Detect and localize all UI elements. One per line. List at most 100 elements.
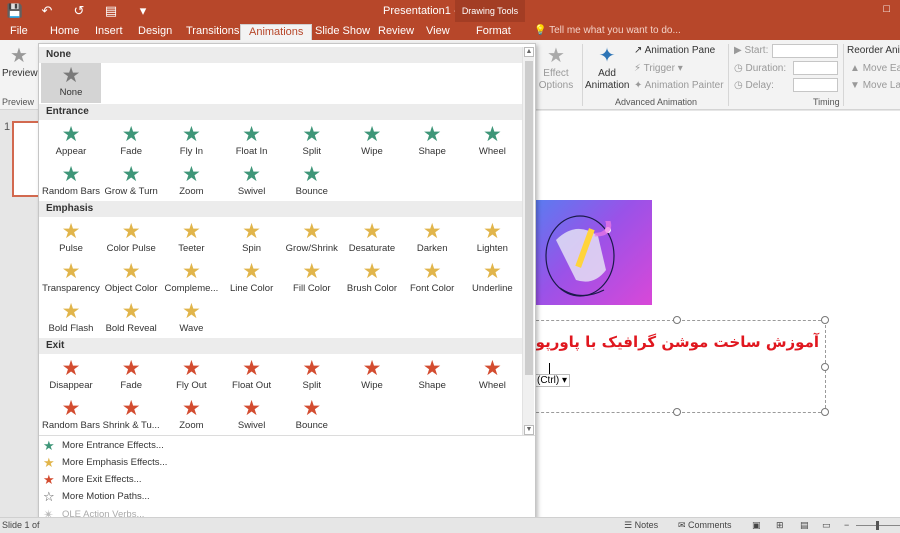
tab-animations[interactable]: Animations [240, 24, 313, 40]
animation-effect-bold-reveal[interactable]: ★ Bold Reveal [100, 299, 162, 337]
animation-effect-grow-shrink[interactable]: ★ Grow/Shrink [281, 219, 343, 257]
trigger-button[interactable]: ⚡ Trigger ▾ [634, 63, 683, 75]
animation-effect-fly-out[interactable]: ★ Fly Out [160, 356, 222, 394]
resize-handle[interactable] [821, 408, 829, 416]
duration-input[interactable] [793, 61, 838, 75]
animation-effect-brush-color[interactable]: ★ Brush Color [341, 259, 403, 297]
tab-format[interactable]: Format [476, 24, 511, 40]
animation-none[interactable]: ★ None [41, 63, 101, 103]
resize-handle[interactable] [821, 316, 829, 324]
animation-effect-underline[interactable]: ★ Underline [461, 259, 523, 297]
trigger-label: Trigger [643, 63, 675, 74]
animation-effect-object-color[interactable]: ★ Object Color [100, 259, 162, 297]
effect-label: Brush Color [346, 283, 398, 294]
animation-effect-wheel[interactable]: ★ Wheel [461, 122, 523, 160]
preview-button[interactable]: ★ Preview [2, 44, 38, 80]
more-entrance-effects[interactable]: ★ More Entrance Effects... [39, 437, 519, 454]
tab-file[interactable]: File [10, 24, 28, 40]
delay-input[interactable] [793, 78, 838, 92]
animation-effect-swivel[interactable]: ★ Swivel [221, 396, 283, 434]
paste-options-button[interactable]: (Ctrl) ▾ [534, 374, 571, 387]
animation-effect-zoom[interactable]: ★ Zoom [160, 162, 222, 200]
more-emphasis-effects[interactable]: ★ More Emphasis Effects... [39, 454, 519, 471]
animation-effect-bounce[interactable]: ★ Bounce [281, 162, 343, 200]
zoom-slider-thumb[interactable] [876, 521, 879, 530]
animation-effect-split[interactable]: ★ Split [281, 122, 343, 160]
animation-effect-darken[interactable]: ★ Darken [401, 219, 463, 257]
animation-effect-zoom[interactable]: ★ Zoom [160, 396, 222, 434]
animation-effect-color-pulse[interactable]: ★ Color Pulse [100, 219, 162, 257]
animation-effect-shrink-tu[interactable]: ★ Shrink & Tu... [100, 396, 162, 434]
animation-effect-fade[interactable]: ★ Fade [100, 356, 162, 394]
tell-me-search[interactable]: 💡 Tell me what you want to do... [534, 25, 681, 36]
emphasis-star-icon: ★ [43, 455, 55, 470]
resize-handle[interactable] [673, 316, 681, 324]
animation-effect-bold-flash[interactable]: ★ Bold Flash [40, 299, 102, 337]
animation-effect-wheel[interactable]: ★ Wheel [461, 356, 523, 394]
scroll-thumb[interactable] [525, 61, 533, 375]
slide-sorter-icon[interactable]: ⊞ [776, 520, 784, 531]
animation-effect-shape[interactable]: ★ Shape [401, 122, 463, 160]
tab-insert[interactable]: Insert [95, 24, 123, 40]
normal-view-icon[interactable]: ▣ [752, 520, 761, 531]
scroll-down-icon[interactable]: ▼ [524, 425, 534, 435]
animation-effect-transparency[interactable]: ★ Transparency [40, 259, 102, 297]
animation-effect-font-color[interactable]: ★ Font Color [401, 259, 463, 297]
animation-effect-fly-in[interactable]: ★ Fly In [160, 122, 222, 160]
animation-effect-compleme[interactable]: ★ Compleme... [160, 259, 222, 297]
move-later-button[interactable]: ▼ Move Later [850, 80, 900, 92]
reading-view-icon[interactable]: ▤ [800, 520, 809, 531]
animation-effect-desaturate[interactable]: ★ Desaturate [341, 219, 403, 257]
comments-button[interactable]: ✉ Comments [678, 520, 732, 531]
tab-review[interactable]: Review [378, 24, 414, 40]
animation-effect-disappear[interactable]: ★ Disappear [40, 356, 102, 394]
effect-options-label: Effect Options [538, 68, 574, 91]
animation-effect-random-bars[interactable]: ★ Random Bars [40, 162, 102, 200]
gallery-scrollbar[interactable]: ▲ ▼ [522, 47, 534, 435]
animation-pane-button[interactable]: ↗ Animation Pane [634, 45, 715, 57]
more-exit-effects[interactable]: ★ More Exit Effects... [39, 471, 519, 488]
tab-view[interactable]: View [426, 24, 450, 40]
slide[interactable]: ر آموزش ساخت موشن گرافیک با پاورپوینت (C… [508, 111, 900, 517]
animation-effect-shape[interactable]: ★ Shape [401, 356, 463, 394]
animation-effect-wipe[interactable]: ★ Wipe [341, 356, 403, 394]
more-motion-paths[interactable]: ☆ More Motion Paths... [39, 488, 519, 505]
effect-options-button[interactable]: ★ Effect Options [537, 44, 575, 92]
resize-handle[interactable] [821, 363, 829, 371]
animation-effect-grow-turn[interactable]: ★ Grow & Turn [100, 162, 162, 200]
animation-effect-split[interactable]: ★ Split [281, 356, 343, 394]
resize-handle[interactable] [673, 408, 681, 416]
animation-effect-wave[interactable]: ★ Wave [160, 299, 222, 337]
slideshow-view-icon[interactable]: ▭ [822, 520, 831, 531]
scroll-up-icon[interactable]: ▲ [524, 47, 534, 57]
tab-design[interactable]: Design [138, 24, 172, 40]
animation-effect-pulse[interactable]: ★ Pulse [40, 219, 102, 257]
animation-effect-appear[interactable]: ★ Appear [40, 122, 102, 160]
animation-effect-fade[interactable]: ★ Fade [100, 122, 162, 160]
animation-effect-spin[interactable]: ★ Spin [221, 219, 283, 257]
animation-effect-lighten[interactable]: ★ Lighten [461, 219, 523, 257]
animation-effect-float-out[interactable]: ★ Float Out [221, 356, 283, 394]
animation-effect-float-in[interactable]: ★ Float In [221, 122, 283, 160]
start-dropdown[interactable] [772, 44, 838, 58]
motion-graphic-picture[interactable]: ر [536, 200, 652, 305]
animation-effect-wipe[interactable]: ★ Wipe [341, 122, 403, 160]
animation-painter-button[interactable]: ✦ Animation Painter [634, 80, 724, 92]
zoom-out-icon[interactable]: − [844, 520, 849, 530]
effect-label: Lighten [476, 243, 508, 254]
tab-transitions[interactable]: Transitions [186, 24, 239, 40]
slide-thumbnail[interactable] [12, 121, 38, 197]
notes-button[interactable]: ☰ Notes [624, 520, 658, 531]
tab-home[interactable]: Home [50, 24, 79, 40]
animation-effect-line-color[interactable]: ★ Line Color [221, 259, 283, 297]
ribbon-display-options-icon[interactable]: □ [883, 3, 890, 15]
animation-effect-swivel[interactable]: ★ Swivel [221, 162, 283, 200]
animation-effect-bounce[interactable]: ★ Bounce [281, 396, 343, 434]
add-animation-button[interactable]: ✦ Add Animation [585, 44, 629, 92]
tab-slide-show[interactable]: Slide Show [315, 24, 370, 40]
animation-effect-random-bars[interactable]: ★ Random Bars [40, 396, 102, 434]
animation-effect-teeter[interactable]: ★ Teeter [160, 219, 222, 257]
title-text-box[interactable]: آموزش ساخت موشن گرافیک با پاورپوینت [508, 316, 829, 416]
move-earlier-button[interactable]: ▲ Move Earlier [850, 63, 900, 75]
animation-effect-fill-color[interactable]: ★ Fill Color [281, 259, 343, 297]
